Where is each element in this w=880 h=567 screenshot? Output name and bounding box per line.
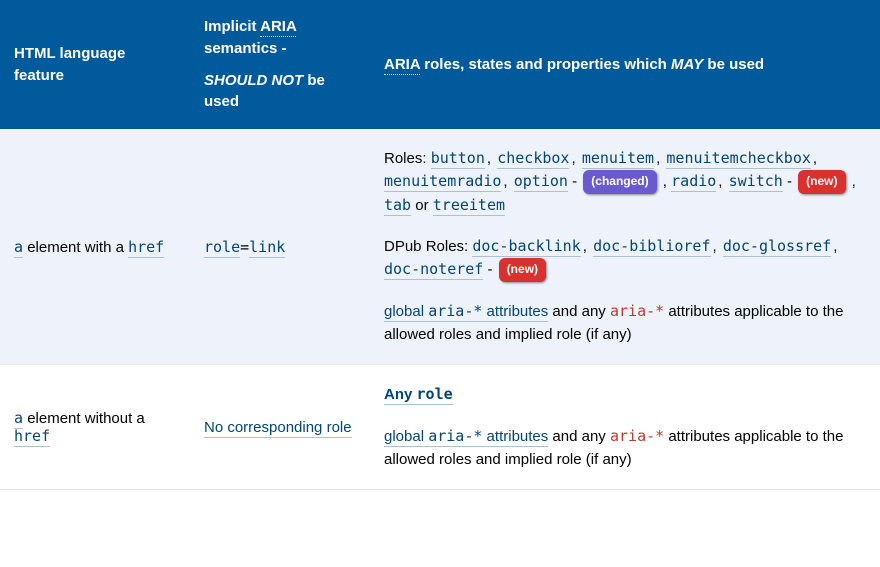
cell-feature: a element with a href	[0, 129, 190, 365]
global-text: global	[384, 303, 428, 320]
comma: ,	[501, 173, 513, 190]
global-aria-paragraph: global aria-* attributes and any aria-* …	[384, 425, 866, 472]
role-treeitem-link[interactable]: treeitem	[433, 196, 505, 216]
dash: -	[783, 173, 796, 190]
cell-allowed: Roles: button, checkbox, menuitem, menui…	[370, 129, 880, 365]
dash: -	[568, 173, 581, 190]
dash: -	[483, 261, 496, 278]
any-role-link[interactable]: Any role	[384, 386, 453, 405]
cell-feature: a element without a href	[0, 365, 190, 490]
dpub-label: DPub Roles:	[384, 238, 472, 255]
comma: ,	[848, 173, 856, 190]
header-implicit-prefix: Implicit	[204, 18, 260, 35]
aria-abbr: ARIA	[260, 18, 296, 37]
aria-star-code: aria-*	[610, 302, 664, 320]
header-should-not: SHOULD NOT	[204, 72, 303, 89]
comma: ,	[581, 238, 593, 255]
role-button-link[interactable]: button	[431, 149, 485, 169]
comma: ,	[569, 150, 581, 167]
role-radio-link[interactable]: radio	[671, 172, 716, 192]
role-doc-noteref-link[interactable]: doc-noteref	[384, 260, 483, 280]
cell-implicit: No corresponding role	[190, 365, 370, 490]
roles-paragraph: Roles: button, checkbox, menuitem, menui…	[384, 147, 866, 217]
and-any-text: and any	[548, 428, 610, 445]
header-should-not-line: SHOULD NOT be used	[204, 70, 356, 114]
table-row: a element without a href No correspondin…	[0, 365, 880, 490]
role-attr-link[interactable]: role	[204, 238, 240, 258]
a-element-link[interactable]: a	[14, 238, 23, 258]
aria-abbr: ARIA	[384, 56, 420, 75]
aria-star-code: aria-*	[610, 427, 664, 445]
or-text: or	[411, 197, 433, 214]
no-corresponding-role-link[interactable]: No corresponding role	[204, 419, 352, 438]
cell-implicit: role=link	[190, 129, 370, 365]
header-aria-suffix: be used	[703, 56, 764, 73]
comma: ,	[485, 150, 497, 167]
header-aria-mid: roles, states and properties which	[420, 56, 671, 73]
role-menuitemradio-link[interactable]: menuitemradio	[384, 172, 501, 192]
comma: ,	[711, 238, 723, 255]
role-checkbox-link[interactable]: checkbox	[497, 149, 569, 169]
and-any-text: and any	[548, 303, 610, 320]
role-tab-link[interactable]: tab	[384, 196, 411, 216]
any-text: Any	[384, 386, 412, 403]
aria-star-code: aria-*	[428, 427, 482, 445]
feature-text: element without a	[23, 410, 145, 427]
aria-semantics-table: HTML language feature Implicit ARIA sema…	[0, 0, 880, 490]
roles-label: Roles:	[384, 150, 431, 167]
global-text: global	[384, 428, 428, 445]
role-doc-glossref-link[interactable]: doc-glossref	[723, 237, 831, 257]
comma: ,	[659, 173, 667, 190]
href-link[interactable]: href	[14, 427, 50, 447]
header-implicit-aria: Implicit ARIA semantics - SHOULD NOT be …	[190, 0, 370, 129]
comma: ,	[811, 150, 819, 167]
header-implicit-suffix: semantics -	[204, 40, 287, 57]
comma: ,	[831, 238, 839, 255]
dpub-roles-paragraph: DPub Roles: doc-backlink, doc-biblioref,…	[384, 235, 866, 282]
role-switch-link[interactable]: switch	[729, 172, 783, 192]
comma: ,	[716, 173, 728, 190]
feature-text: element with a	[23, 239, 128, 256]
role-doc-biblioref-link[interactable]: doc-biblioref	[593, 237, 710, 257]
equals-sign: =	[240, 238, 249, 256]
comma: ,	[654, 150, 666, 167]
global-aria-link[interactable]: global aria-* attributes	[384, 428, 548, 447]
header-may: MAY	[671, 56, 703, 73]
any-role-paragraph: Any role	[384, 383, 866, 406]
header-html-feature: HTML language feature	[0, 0, 190, 129]
new-badge: (new)	[798, 170, 845, 194]
cell-allowed: Any role global aria-* attributes and an…	[370, 365, 880, 490]
changed-badge: (changed)	[583, 170, 656, 194]
table-row: a element with a href role=link Roles: b…	[0, 129, 880, 365]
new-badge: (new)	[499, 258, 546, 282]
global-aria-link[interactable]: global aria-* attributes	[384, 303, 548, 322]
role-option-link[interactable]: option	[514, 172, 568, 192]
attributes-text: attributes	[482, 428, 548, 445]
global-aria-paragraph: global aria-* attributes and any aria-* …	[384, 300, 866, 347]
role-doc-backlink-link[interactable]: doc-backlink	[472, 237, 580, 257]
aria-star-code: aria-*	[428, 302, 482, 320]
role-code: role	[417, 385, 453, 403]
attributes-text: attributes	[482, 303, 548, 320]
header-aria-roles: ARIA roles, states and properties which …	[370, 0, 880, 129]
link-role-link[interactable]: link	[249, 238, 285, 258]
href-link[interactable]: href	[128, 238, 164, 258]
role-menuitem-link[interactable]: menuitem	[582, 149, 654, 169]
table-header-row: HTML language feature Implicit ARIA sema…	[0, 0, 880, 129]
a-element-link[interactable]: a	[14, 409, 23, 429]
role-menuitemcheckbox-link[interactable]: menuitemcheckbox	[666, 149, 811, 169]
